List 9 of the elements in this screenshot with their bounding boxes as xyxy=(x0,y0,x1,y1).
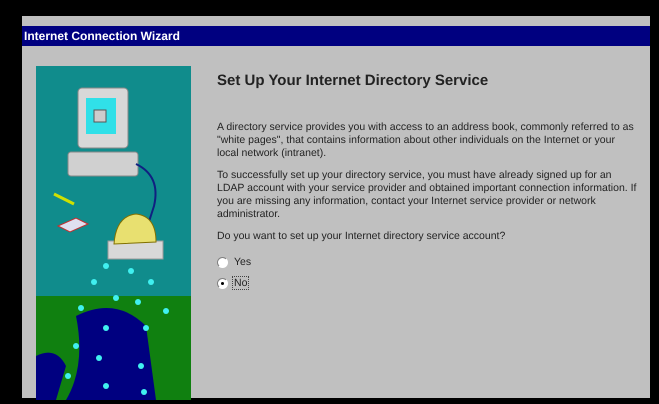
radio-label[interactable]: Yes xyxy=(232,255,254,269)
page-heading: Set Up Your Internet Directory Service xyxy=(217,72,490,89)
radio-button[interactable] xyxy=(217,278,228,288)
description-paragraph: A directory service provides you with access to an address book, commonly referred to as "white pages", that contains information about other individuals on the Internet or your local network (intranet). xyxy=(217,121,635,160)
question-text: Do you want to set up your Internet directory service account? xyxy=(217,230,506,242)
description-paragraph: To successfully set up your directory service, you must have already signed up for an LDAP account with your service provider and obtained important connection information. If you are missing any information, contact your Internet service provider or network administrator. xyxy=(217,169,637,221)
radio-label[interactable]: No xyxy=(232,276,250,290)
radio-button[interactable] xyxy=(217,256,228,268)
window-title: Internet Connection Wizard xyxy=(22,26,650,46)
